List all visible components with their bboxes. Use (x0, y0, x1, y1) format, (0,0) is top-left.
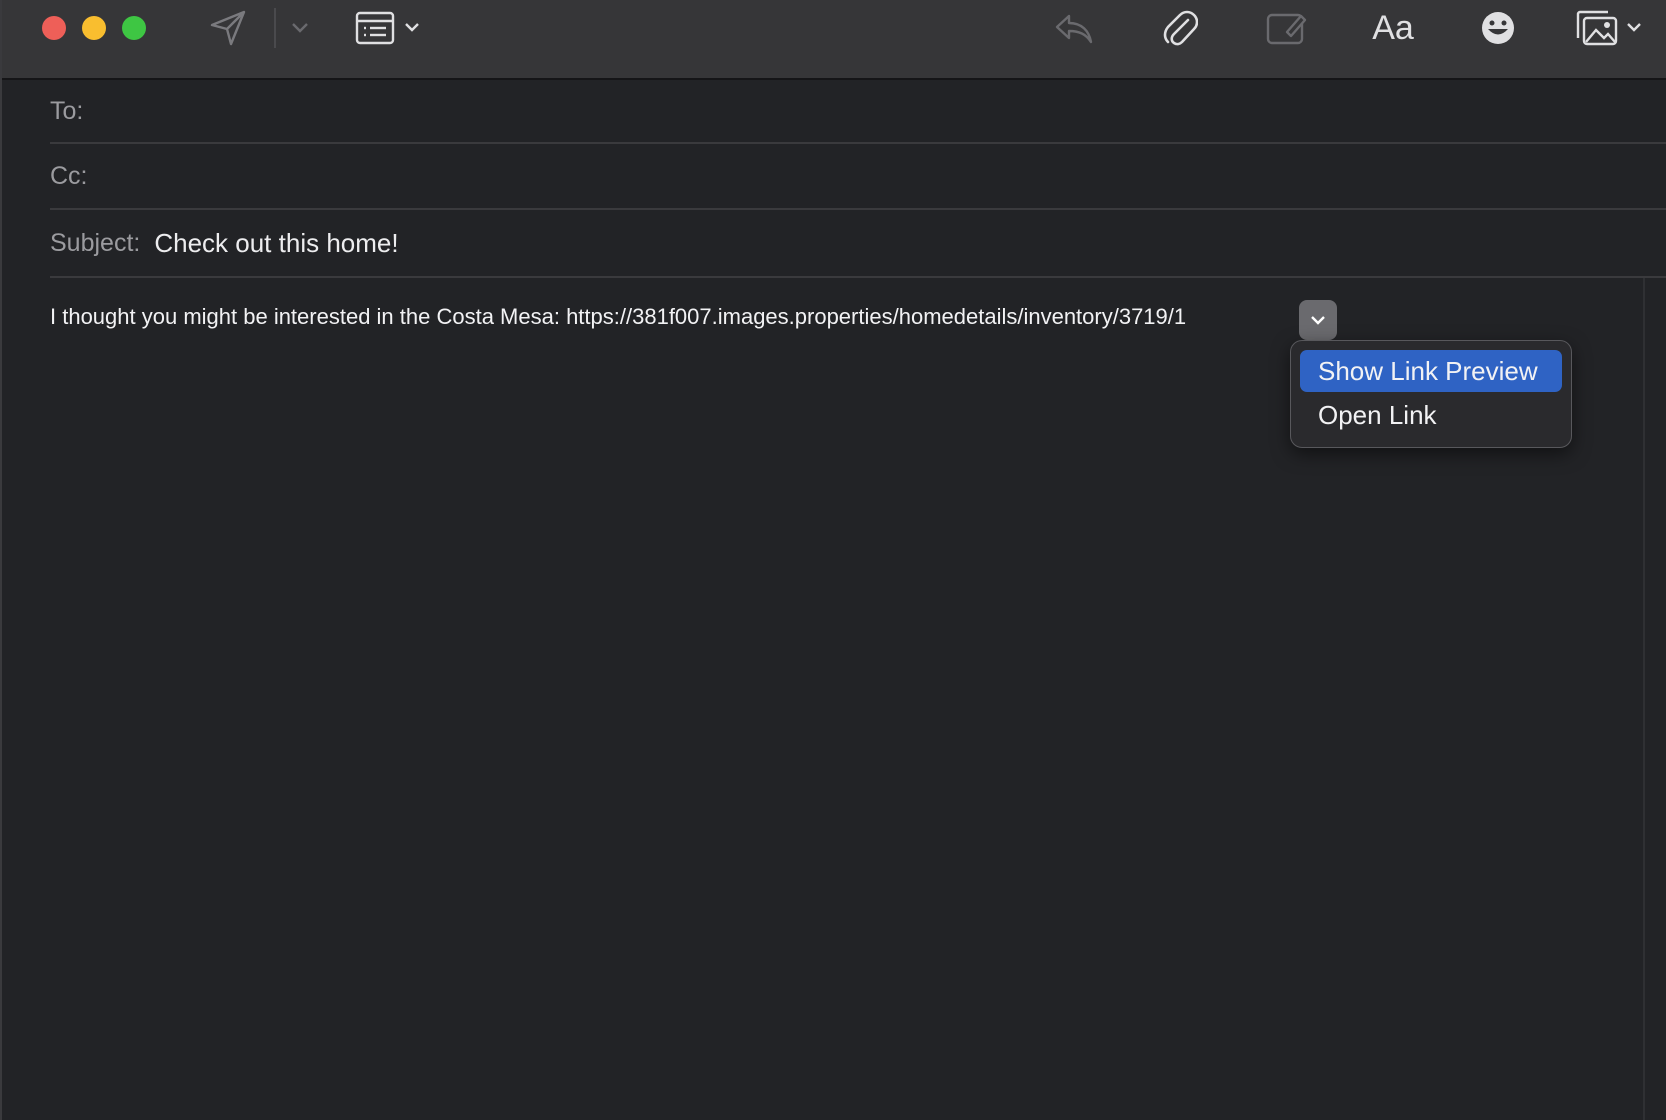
maximize-button[interactable] (122, 16, 146, 40)
subject-label: Subject: (50, 228, 141, 257)
menu-item-show-link-preview[interactable]: Show Link Preview (1300, 350, 1562, 392)
emoji-button[interactable] (1476, 6, 1520, 50)
photo-browser-icon (1576, 10, 1641, 46)
markup-button[interactable] (1264, 6, 1308, 50)
subject-field-row[interactable]: Subject: Check out this home! (50, 210, 1666, 278)
cc-field-row[interactable]: Cc: (50, 144, 1666, 210)
chevron-down-icon (1311, 316, 1325, 325)
header-fields-button[interactable] (354, 6, 426, 50)
close-button[interactable] (42, 16, 66, 40)
format-icon: Aa (1372, 8, 1414, 47)
header-fields-icon (355, 11, 419, 45)
menu-item-open-link[interactable]: Open Link (1300, 394, 1562, 436)
subject-field[interactable]: Check out this home! (154, 228, 398, 259)
to-label: To: (50, 96, 84, 125)
paperclip-icon (1163, 10, 1198, 46)
link-menu-button[interactable] (1299, 300, 1337, 340)
cc-label: Cc: (50, 161, 88, 190)
send-options-button[interactable] (288, 6, 312, 50)
photo-browser-button[interactable] (1574, 6, 1646, 50)
reply-icon (1055, 14, 1093, 44)
format-button[interactable]: Aa (1368, 6, 1418, 50)
chevron-down-icon (292, 23, 308, 33)
toolbar-separator (274, 8, 276, 48)
minimize-button[interactable] (82, 16, 106, 40)
link-context-menu: Show Link Preview Open Link (1290, 340, 1572, 448)
reply-button[interactable] (1052, 6, 1096, 50)
menu-item-label: Show Link Preview (1318, 355, 1538, 386)
message-body[interactable]: I thought you might be interested in the… (50, 304, 1186, 330)
to-field-row[interactable]: To: (50, 80, 1666, 144)
markup-icon (1266, 13, 1307, 45)
send-button[interactable] (206, 6, 250, 50)
emoji-icon (1482, 12, 1514, 44)
compose-window: Aa To: Cc: Subject: Check out this home!… (0, 0, 1666, 1120)
send-icon (210, 10, 246, 46)
menu-item-label: Open Link (1318, 399, 1437, 430)
toolbar: Aa (2, 0, 1666, 80)
scrollbar-track[interactable] (1643, 278, 1645, 1120)
attach-button[interactable] (1158, 6, 1202, 50)
